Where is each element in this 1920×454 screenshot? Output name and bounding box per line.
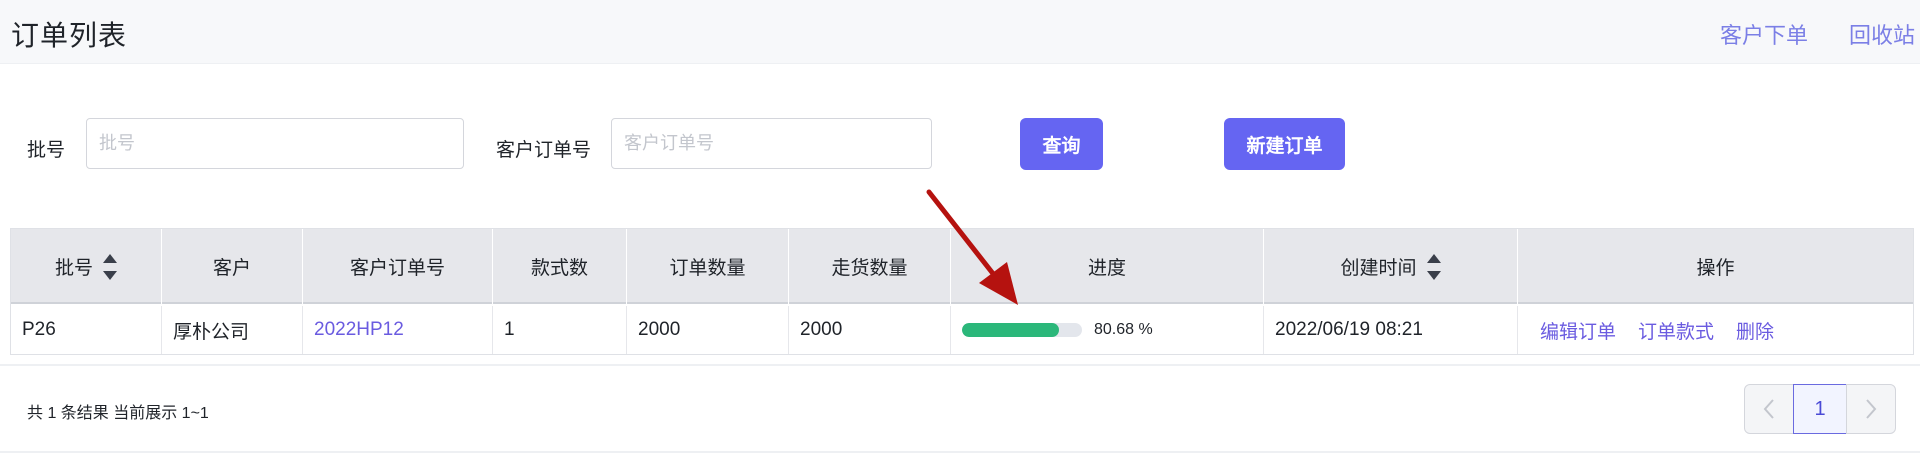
delete-link[interactable]: 删除 [1736, 317, 1774, 344]
order-list-page: 订单列表 客户下单 回收站 批号 客户订单号 查询 新建订单 批号 客户 客户订… [0, 0, 1920, 454]
column-header-actions: 操作 [1518, 229, 1913, 304]
query-button[interactable]: 查询 [1020, 118, 1103, 170]
section-divider [0, 364, 1920, 366]
column-header-customer: 客户 [162, 229, 303, 304]
pager-page-current[interactable]: 1 [1793, 384, 1847, 434]
order-table: 批号 客户 客户订单号 款式数 订单数量 走货数量 进度 创建时间 操作 P26… [10, 228, 1914, 355]
cell-shipped-qty: 2000 [789, 306, 951, 354]
column-header-label: 创建时间 [1340, 258, 1417, 279]
pager-next-button[interactable] [1846, 384, 1896, 434]
column-header-label: 操作 [1696, 258, 1735, 279]
new-order-button[interactable]: 新建订单 [1224, 118, 1345, 170]
edit-order-link[interactable]: 编辑订单 [1540, 317, 1616, 344]
cell-styles: 1 [493, 306, 627, 354]
cell-customer: 厚朴公司 [162, 306, 303, 354]
progress-text: 80.68 % [1094, 321, 1153, 338]
sort-icon[interactable] [103, 252, 117, 282]
page-title: 订单列表 [11, 20, 128, 51]
column-header-label: 客户 [212, 258, 251, 279]
batch-label: 批号 [27, 140, 66, 161]
customer-order-no-input[interactable] [611, 118, 932, 169]
chevron-right-icon [1866, 399, 1877, 419]
column-header-styles: 款式数 [493, 229, 627, 304]
customer-order-link[interactable]: 客户下单 [1720, 18, 1808, 50]
result-summary: 共 1 条结果 当前展示 1~1 [27, 405, 209, 422]
column-header-customer-order-no: 客户订单号 [303, 229, 493, 304]
cell-order-qty: 2000 [627, 306, 789, 354]
column-header-label: 款式数 [530, 258, 588, 279]
recycle-bin-link[interactable]: 回收站 [1849, 18, 1915, 50]
table-row: P26 厚朴公司 2022HP12 1 2000 2000 80.68 % 20… [11, 306, 1913, 354]
column-header-progress: 进度 [951, 229, 1264, 304]
column-header-label: 进度 [1087, 258, 1126, 279]
cell-created: 2022/06/19 08:21 [1264, 306, 1518, 354]
customer-order-no-link[interactable]: 2022HP12 [314, 319, 404, 341]
annotation-arrow-icon [926, 189, 1018, 305]
chevron-left-icon [1763, 399, 1774, 419]
progress-bar [962, 323, 1082, 337]
cell-customer-order-no: 2022HP12 [303, 306, 493, 354]
cell-progress: 80.68 % [951, 306, 1264, 354]
column-header-label: 客户订单号 [349, 258, 445, 279]
cell-actions: 编辑订单 订单款式 删除 [1518, 306, 1913, 354]
batch-input[interactable] [86, 118, 464, 169]
column-header-label: 走货数量 [831, 258, 908, 279]
pager-prev-button[interactable] [1744, 384, 1794, 434]
column-header-label: 批号 [54, 258, 93, 279]
customer-order-no-label: 客户订单号 [496, 140, 592, 161]
column-header-shipped-qty: 走货数量 [789, 229, 951, 304]
bottom-divider [0, 451, 1920, 453]
column-header-batch[interactable]: 批号 [11, 229, 162, 304]
cell-batch: P26 [11, 306, 162, 354]
progress-bar-fill [962, 323, 1059, 337]
sort-icon[interactable] [1426, 252, 1441, 282]
page-header: 订单列表 客户下单 回收站 [0, 0, 1920, 64]
column-header-created[interactable]: 创建时间 [1264, 229, 1518, 304]
column-header-label: 订单数量 [669, 258, 746, 279]
table-header: 批号 客户 客户订单号 款式数 订单数量 走货数量 进度 创建时间 操作 [11, 229, 1913, 304]
order-styles-link[interactable]: 订单款式 [1638, 317, 1714, 344]
column-header-order-qty: 订单数量 [627, 229, 789, 304]
